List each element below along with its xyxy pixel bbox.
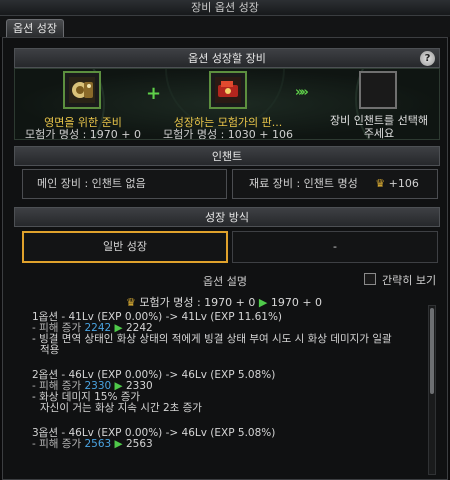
select-enchant-prompt: 장비 인챈트를 선택해 주세요 xyxy=(320,114,438,140)
arrow-right-icon: »» xyxy=(295,85,309,100)
brief-view-checkbox[interactable] xyxy=(364,273,376,285)
equip-slots-area: + »» 영면을 위한 준비 모험가 명성 : 1970 + 0 성장하는 모험… xyxy=(14,68,440,140)
material-equip-slot[interactable] xyxy=(209,71,247,109)
damage-label: - 피해 증가 xyxy=(32,438,82,450)
main-equip-slot[interactable] xyxy=(63,71,101,109)
help-icon[interactable]: ? xyxy=(420,51,435,66)
equip-section-header: 옵션 성장할 장비 ? xyxy=(14,48,440,68)
crown-icon: ♛ xyxy=(375,177,386,190)
relic-item-icon xyxy=(69,77,95,103)
option-item: 3옵션 - 46Lv (EXP 0.00%) -> 46Lv (EXP 5.08… xyxy=(32,428,417,450)
material-enchant-value: +106 xyxy=(388,177,419,190)
method-section-title: 성장 방식 xyxy=(205,211,249,224)
tab-option-growth[interactable]: 옵션 성장 xyxy=(6,19,64,37)
prompt-line1: 장비 인챈트를 선택해 xyxy=(329,114,429,127)
result-equip-slot[interactable] xyxy=(359,71,397,109)
crown-icon: ♛ xyxy=(126,296,136,309)
option-effect: - 빙결 면역 상태인 화상 상태의 적에게 빙결 상태 부여 시도 시 화상 … xyxy=(32,333,392,345)
option-item: 2옵션 - 46Lv (EXP 0.00%) -> 46Lv (EXP 5.08… xyxy=(32,370,417,414)
fame-summary: ♛ 모험가 명성 : 1970 + 0 ▶ 1970 + 0 xyxy=(126,294,322,310)
main-equip-enchant: 메인 장비 : 인챈트 없음 xyxy=(22,169,227,199)
option-effect: 적용 xyxy=(40,344,60,356)
arrow-right-icon: ▶ xyxy=(258,296,268,309)
method-empty-button[interactable]: - xyxy=(232,231,438,263)
prompt-line2: 주세요 xyxy=(363,127,395,140)
fame-summary-label: 모험가 명성 : 1970 + 0 xyxy=(139,296,256,309)
description-scrollbar[interactable] xyxy=(428,305,436,475)
enchant-section-title: 인챈트 xyxy=(211,150,243,163)
main-equip-fame: 모험가 명성 : 1970 + 0 xyxy=(25,128,141,140)
material-equip-fame: 모험가 명성 : 1030 + 106 xyxy=(163,128,293,140)
damage-to: 2563 xyxy=(125,438,153,450)
plus-icon: + xyxy=(146,83,162,104)
damage-from: 2563 xyxy=(84,438,112,450)
window-title: 장비 옵션 성장 xyxy=(0,0,450,16)
main-equip-enchant-text: 메인 장비 : 인챈트 없음 xyxy=(37,177,146,190)
scrollbar-thumb[interactable] xyxy=(430,308,434,394)
fame-summary-result: 1970 + 0 xyxy=(270,296,323,309)
option-item: 1옵션 - 41Lv (EXP 0.00%) -> 41Lv (EXP 11.6… xyxy=(32,312,417,356)
red-device-item-icon xyxy=(215,77,241,103)
option-effect: 자신이 거는 화상 지속 시간 2초 증가 xyxy=(40,402,202,414)
arrow-right-icon: ▶ xyxy=(114,438,123,450)
brief-view-label[interactable]: 간략히 보기 xyxy=(382,272,436,288)
enchant-section-header: 인챈트 xyxy=(14,146,440,166)
material-equip-enchant: 재료 장비 : 인챈트 명성 ♛ +106 xyxy=(232,169,438,199)
material-equip-enchant-text: 재료 장비 : 인챈트 명성 xyxy=(249,177,358,190)
method-normal-growth-button[interactable]: 일반 성장 xyxy=(22,231,228,263)
method-section-header: 성장 방식 xyxy=(14,207,440,227)
option-list: 1옵션 - 41Lv (EXP 0.00%) -> 41Lv (EXP 11.6… xyxy=(32,312,417,464)
option-damage: - 피해 증가 2563 ▶ 2563 xyxy=(32,439,417,450)
equip-section-title: 옵션 성장할 장비 xyxy=(188,52,266,65)
option-description-title: 옵션 설명 xyxy=(203,275,247,288)
tab-bar: 옵션 성장 xyxy=(0,16,450,37)
